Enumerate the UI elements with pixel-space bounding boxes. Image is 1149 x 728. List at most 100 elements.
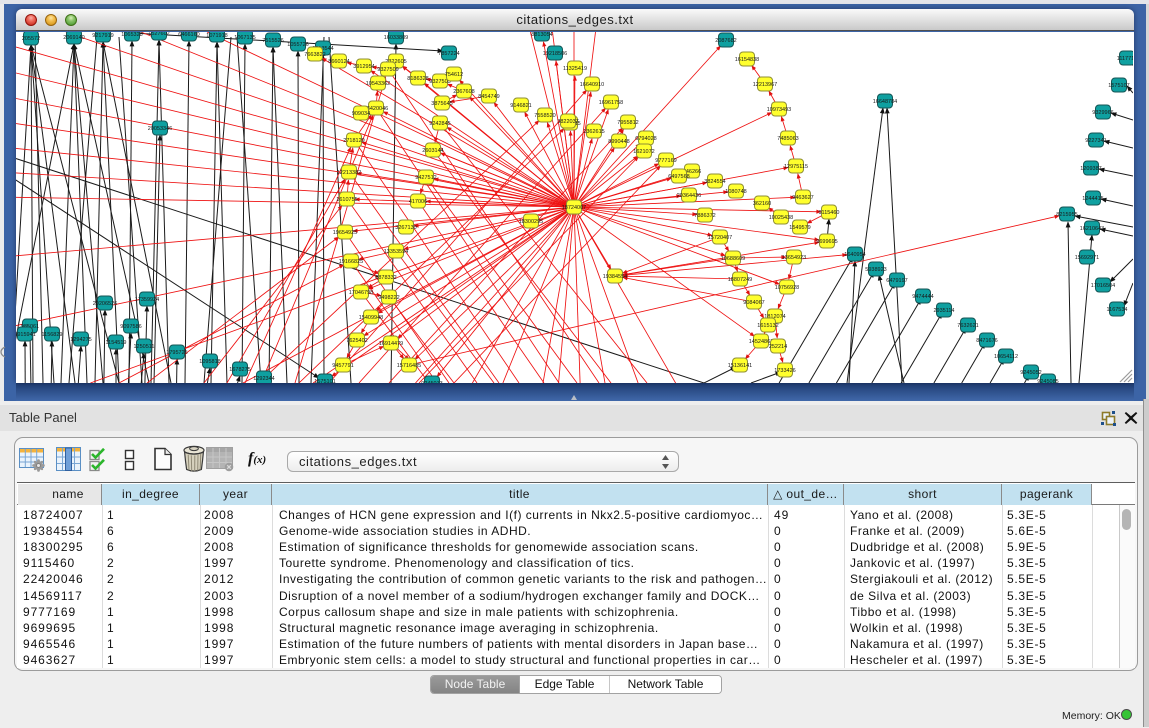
svg-text:10688609: 10688609 <box>721 256 745 262</box>
svg-text:10756928: 10756928 <box>775 285 799 291</box>
svg-text:9498222: 9498222 <box>378 295 399 301</box>
svg-text:16648784: 16648784 <box>873 99 897 105</box>
svg-text:19384554: 19384554 <box>603 274 627 280</box>
svg-text:18807249: 18807249 <box>728 277 752 283</box>
svg-text:9217919: 9217919 <box>92 33 113 39</box>
svg-text:20206526: 20206526 <box>93 301 117 307</box>
svg-text:20053346: 20053346 <box>148 126 172 132</box>
svg-text:9245013: 9245013 <box>421 381 442 383</box>
svg-text:9699695: 9699695 <box>816 239 837 245</box>
svg-text:1095818: 1095818 <box>199 359 220 365</box>
svg-text:6479197: 6479197 <box>886 278 907 284</box>
svg-text:13654923: 13654923 <box>782 255 806 261</box>
svg-text:1678275: 1678275 <box>229 367 250 373</box>
svg-text:1733426: 1733426 <box>774 368 795 374</box>
svg-text:252214: 252214 <box>769 344 787 350</box>
svg-text:15716485: 15716485 <box>397 363 421 369</box>
svg-text:9242845: 9242845 <box>429 121 450 127</box>
svg-text:1156829: 1156829 <box>41 332 62 338</box>
svg-text:12975115: 12975115 <box>784 164 808 170</box>
svg-text:16961758: 16961758 <box>599 100 623 106</box>
svg-text:7485063: 7485063 <box>777 136 798 142</box>
svg-text:9777169: 9777169 <box>655 158 676 164</box>
svg-text:10025438: 10025438 <box>769 215 793 221</box>
svg-text:417006: 417006 <box>409 199 427 205</box>
svg-text:2718129: 2718129 <box>343 138 364 144</box>
svg-text:1615132: 1615132 <box>757 323 778 329</box>
svg-text:7625402: 7625402 <box>346 338 367 344</box>
svg-text:7886372: 7886372 <box>694 213 715 219</box>
svg-text:9115460: 9115460 <box>818 210 839 216</box>
svg-text:1154519: 1154519 <box>105 340 126 346</box>
svg-text:1527602: 1527602 <box>148 32 169 37</box>
svg-text:1362615: 1362615 <box>583 129 604 135</box>
svg-text:10973493: 10973493 <box>767 107 791 113</box>
svg-text:9245052: 9245052 <box>1020 370 1041 376</box>
svg-text:9327509: 9327509 <box>377 67 398 73</box>
svg-text:1055726: 1055726 <box>287 42 308 48</box>
svg-text:19166825: 19166825 <box>339 259 363 265</box>
svg-text:19654925: 19654925 <box>333 230 357 236</box>
svg-text:1292344: 1292344 <box>253 376 274 382</box>
svg-text:7632621: 7632621 <box>957 323 978 329</box>
svg-text:5938923: 5938923 <box>865 267 886 273</box>
svg-text:1071918: 1071918 <box>206 33 227 39</box>
svg-text:1621072: 1621072 <box>633 149 654 155</box>
svg-text:6497568: 6497568 <box>668 174 689 180</box>
svg-text:1117714: 1117714 <box>1117 56 1133 62</box>
svg-text:205572: 205572 <box>22 36 40 42</box>
svg-text:6794028: 6794028 <box>635 136 656 142</box>
svg-text:19218506: 19218506 <box>543 51 567 57</box>
svg-text:15720407: 15720407 <box>708 235 732 241</box>
svg-text:1640954: 1640954 <box>844 252 865 258</box>
svg-text:9227341: 9227341 <box>1085 138 1106 144</box>
svg-text:2603144: 2603144 <box>422 148 443 154</box>
svg-text:2367608: 2367608 <box>453 89 474 95</box>
svg-text:8471676: 8471676 <box>976 338 997 344</box>
svg-text:1080748: 1080748 <box>725 189 746 195</box>
svg-text:12213382: 12213382 <box>337 170 361 176</box>
svg-text:3824554: 3824554 <box>704 179 725 185</box>
svg-text:16154838: 16154838 <box>735 57 759 63</box>
svg-text:16210643: 16210643 <box>1080 226 1104 232</box>
svg-text:3915941: 3915941 <box>16 332 36 338</box>
svg-text:1067135: 1067135 <box>234 35 255 41</box>
svg-text:1795725: 1795725 <box>166 350 187 356</box>
svg-text:8660124: 8660124 <box>328 59 349 65</box>
svg-text:9097586: 9097586 <box>120 324 141 330</box>
svg-text:362160: 362160 <box>753 201 771 207</box>
svg-text:1167534: 1167534 <box>1106 307 1127 313</box>
svg-text:1244415: 1244415 <box>1082 196 1103 202</box>
svg-text:1294275: 1294275 <box>70 337 91 343</box>
svg-text:12213967: 12213967 <box>753 82 777 88</box>
svg-text:1209387: 1209387 <box>1080 166 1101 172</box>
svg-text:7663822: 7663822 <box>304 52 325 58</box>
svg-text:9245085: 9245085 <box>1037 379 1058 383</box>
svg-text:1575107: 1575107 <box>1108 83 1129 89</box>
svg-text:7558520: 7558520 <box>534 113 555 119</box>
svg-text:18300295: 18300295 <box>519 219 543 225</box>
svg-text:15409948: 15409948 <box>359 315 383 321</box>
svg-text:9084067: 9084067 <box>743 300 764 306</box>
svg-text:1549579: 1549579 <box>789 225 810 231</box>
svg-text:1610755: 1610755 <box>336 197 357 203</box>
svg-text:8990448: 8990448 <box>608 139 629 145</box>
svg-text:1065328: 1065328 <box>121 32 142 38</box>
svg-text:13353594: 13353594 <box>384 249 408 255</box>
svg-text:7857224: 7857224 <box>438 51 459 57</box>
svg-text:1575101: 1575101 <box>314 379 335 383</box>
svg-text:17046798: 17046798 <box>349 290 373 296</box>
svg-text:8813054: 8813054 <box>531 32 552 38</box>
svg-text:8186328: 8186328 <box>407 76 428 82</box>
svg-text:9427512: 9427512 <box>415 175 436 181</box>
svg-text:9474444: 9474444 <box>912 294 933 300</box>
svg-text:3875645: 3875645 <box>431 101 452 107</box>
svg-text:17359924: 17359924 <box>135 297 159 303</box>
svg-text:8454749: 8454749 <box>478 94 499 100</box>
svg-text:9146821: 9146821 <box>510 103 531 109</box>
svg-text:1250511: 1250511 <box>133 344 154 350</box>
svg-text:10654112: 10654112 <box>994 354 1018 360</box>
svg-text:15692971: 15692971 <box>1075 255 1099 261</box>
svg-text:17016504: 17016504 <box>1091 283 1115 289</box>
svg-text:3267130: 3267130 <box>395 225 416 231</box>
